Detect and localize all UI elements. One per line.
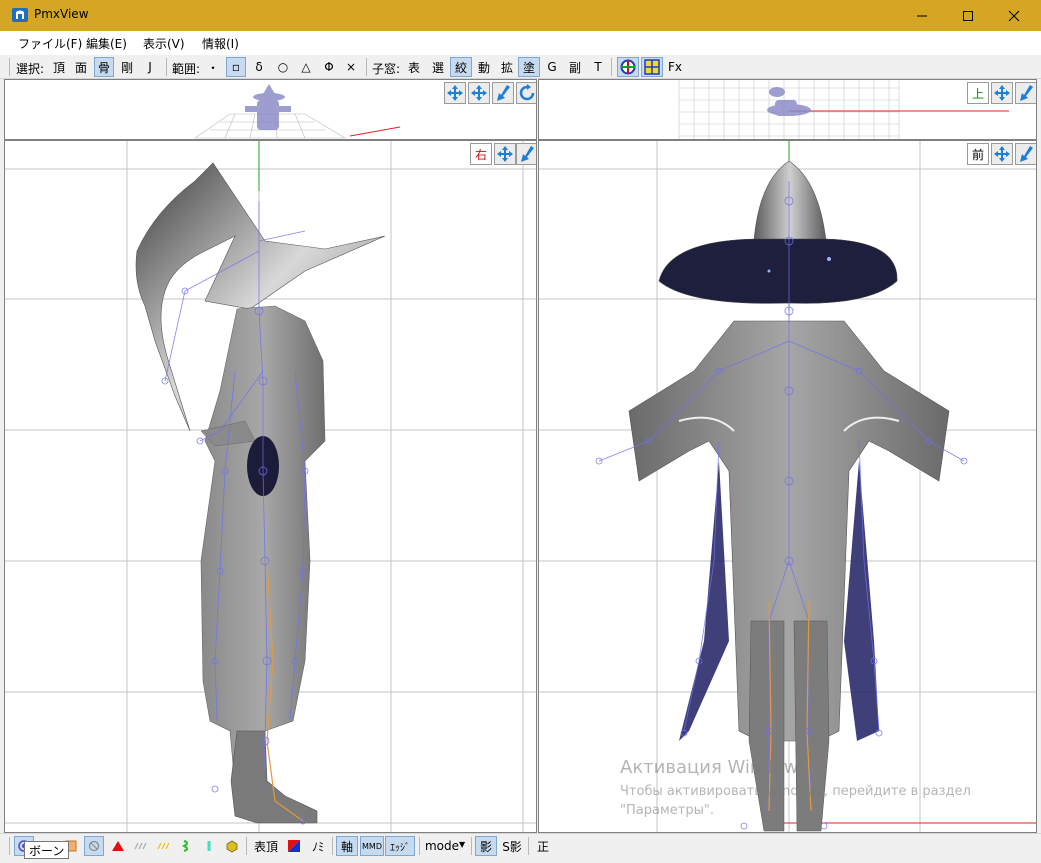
child-table-button[interactable]: 表 [404,57,424,77]
pan-view-icon[interactable] [468,82,490,104]
zoom-view-icon[interactable] [1015,82,1036,104]
toolbar-separator [166,58,167,76]
table-vertex-button[interactable]: 表頂 [252,836,280,856]
toolbar-grip [9,837,10,855]
windows-activation-watermark: Активация Windows Чтобы активировать Win… [620,757,1000,820]
child-select-button[interactable]: 選 [428,57,448,77]
front-view-pane[interactable]: 前 [538,140,1037,833]
range-delta-button[interactable]: δ [250,57,268,77]
mode-dropdown[interactable]: mode [424,836,460,856]
shadow-button[interactable]: 影 [475,836,497,856]
rotate-view-icon[interactable] [516,82,536,104]
self-shadow-button[interactable]: S影 [500,836,524,856]
select-face-button[interactable]: 面 [72,57,90,77]
toolbar-separator [366,58,367,76]
green-link-icon[interactable] [177,836,197,856]
top-view-canvas [678,80,1009,139]
child-sub-button[interactable]: 副 [565,57,585,77]
child-window-label: 子窓: [372,62,401,76]
select-vertex-button[interactable]: 頂 [50,57,68,77]
zoom-view-icon[interactable] [1015,143,1036,165]
range-rect-button[interactable]: ▫ [226,57,246,77]
right-view-canvas [5,141,536,832]
menu-info[interactable]: 情報(I) [202,35,239,52]
child-motion-button[interactable]: 動 [474,57,494,77]
right-view-pane[interactable]: 右 [4,140,537,833]
zoom-view-icon[interactable] [516,143,536,165]
menu-bar: ファイル(F) 編集(E) 表示(V) 情報(I) [0,31,1041,55]
select-bone-button[interactable]: 骨 [94,57,114,77]
select-label: 選択: [16,62,45,76]
red-triangle-icon[interactable] [108,836,128,856]
app-window: PmxView ファイル(F) 編集(E) 表示(V) 情報(I) 選択: 頂 … [0,0,1041,863]
edge-button[interactable]: ｴｯｼﾞ [385,836,415,856]
perspective-view-pane[interactable] [4,79,537,140]
pan-view-icon[interactable] [991,143,1013,165]
pan-view-icon[interactable] [991,82,1013,104]
child-paint-button[interactable]: 塗 [518,57,540,77]
nomi-button[interactable]: ﾉﾐ [307,836,329,856]
top-view-label: 上 [967,82,989,104]
range-phi-button[interactable]: Φ [320,57,338,77]
toolbar-separator [246,837,247,855]
child-group-button[interactable]: G [543,57,561,77]
edge-lines-icon[interactable] [131,836,151,856]
title-bar[interactable]: PmxView [0,0,1041,31]
move-view-icon[interactable] [444,82,466,104]
menu-edit[interactable]: 編集(E) [86,35,127,52]
dropdown-arrow-icon: ▼ [459,840,466,849]
target-view-icon[interactable] [617,57,639,77]
normal-view-button[interactable]: 正 [533,836,553,856]
toolbar-separator [332,837,333,855]
range-triangle-button[interactable]: △ [297,57,315,77]
mmd-button[interactable]: MMD [360,836,384,856]
toolbar: 選択: 頂 面 骨 剛 J 範囲: ・ ▫ δ ○ △ Φ × 子窓: 表 選 … [0,55,1041,79]
front-view-label: 前 [967,143,989,165]
front-view-canvas [539,141,1036,832]
child-extend-button[interactable]: 拡 [497,57,517,77]
window-title: PmxView [34,7,89,21]
toolbar-separator [528,837,529,855]
toolbar-separator [419,837,420,855]
fx-button[interactable]: Fx [666,57,684,77]
select-joint-button[interactable]: J [142,57,158,77]
axis-button[interactable]: 軸 [336,836,358,856]
yellow-lines-icon[interactable] [154,836,174,856]
cyan-link-icon[interactable] [200,836,220,856]
menu-view[interactable]: 表示(V) [143,35,185,52]
range-circle-button[interactable]: ○ [274,57,292,77]
maximize-button[interactable] [945,0,991,31]
top-view-pane[interactable]: 上 [538,79,1037,140]
minimize-button[interactable] [899,0,945,31]
child-t-button[interactable]: T [589,57,607,77]
quad-view-icon[interactable] [641,57,663,77]
joint-display-icon[interactable] [84,836,104,856]
toolbar-separator [611,58,612,76]
bottom-toolbar: 表頂 ﾉﾐ 軸 MMD ｴｯｼﾞ mode ▼ 影 S影 正 [0,833,1041,858]
app-icon [12,7,28,23]
cube-icon[interactable] [222,836,242,856]
watermark-title: Активация Windows [620,757,808,778]
close-button[interactable] [991,0,1037,31]
toolbar-grip [9,58,10,76]
watermark-subtitle: Чтобы активировать Windows, перейдите в … [620,784,971,818]
range-label: 範囲: [172,62,201,76]
color-swatch-icon[interactable] [284,836,304,856]
right-view-label: 右 [470,143,492,165]
zoom-view-icon[interactable] [492,82,514,104]
range-clear-button[interactable]: × [342,57,360,77]
menu-file[interactable]: ファイル(F) [18,35,82,52]
range-point-button[interactable]: ・ [204,57,222,77]
select-rigid-button[interactable]: 剛 [118,57,136,77]
tooltip: ボーン [24,841,70,859]
pan-view-icon[interactable] [494,143,516,165]
toolbar-separator [471,837,472,855]
child-filter-button[interactable]: 絞 [450,57,472,77]
